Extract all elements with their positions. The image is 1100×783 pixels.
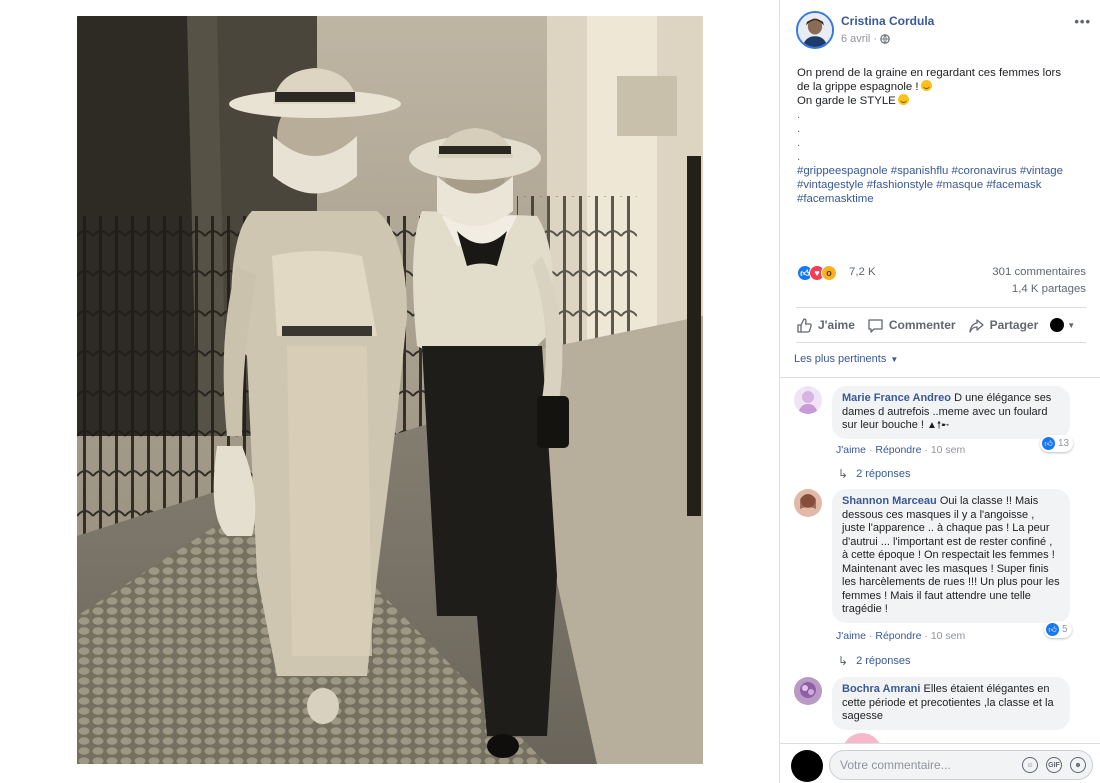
share-label: Partager: [989, 318, 1039, 332]
globe-icon: [880, 34, 890, 44]
commenter-name[interactable]: Bochra Amrani: [842, 683, 920, 695]
comment-bubble: Shannon Marceau Oui la classe !! Mais de…: [832, 489, 1070, 623]
comment-like-link[interactable]: J'aime: [836, 630, 866, 642]
comment-item: Bochra Amrani Elles étaient élégantes en…: [794, 677, 1084, 733]
caret-down-icon: ▼: [890, 354, 899, 364]
caption-dot: .: [797, 151, 801, 163]
comment-item: Shannon Marceau Oui la classe !! Mais de…: [794, 489, 1084, 669]
commenter-name[interactable]: Marie France Andreo: [842, 392, 951, 404]
caption-dot: .: [797, 109, 801, 121]
emoji-picker-icon[interactable]: ☺: [1022, 757, 1038, 773]
commenter-avatar-image: [794, 489, 822, 517]
gif-icon[interactable]: GIF: [1046, 757, 1062, 773]
comment-count[interactable]: 301 commentaires: [992, 266, 1086, 278]
meta-separator: ·: [873, 33, 878, 45]
author-avatar-image: [798, 13, 832, 47]
comment-composer: ☺ GIF ☻: [780, 743, 1100, 783]
comment-reply-link[interactable]: Répondre: [875, 630, 921, 642]
sort-label: Les plus pertinents: [794, 353, 887, 365]
comment-bubble: Bochra Amrani Elles étaient élégantes en…: [832, 677, 1070, 730]
post-date[interactable]: 6 avril: [841, 33, 870, 45]
comment-time[interactable]: 10 sem: [931, 444, 965, 456]
caret-down-icon: ▼: [1067, 320, 1076, 330]
account-avatar: [1050, 318, 1065, 332]
post-meta: 6 avril ·: [841, 33, 890, 45]
caption-text: On garde le STYLE: [797, 95, 896, 107]
comment-button[interactable]: Commenter: [867, 317, 956, 334]
commenter-name[interactable]: Shannon Marceau: [842, 495, 937, 507]
account-selector[interactable]: ▼: [1050, 318, 1075, 332]
view-replies-link[interactable]: ↳ 2 réponses: [838, 654, 911, 668]
emoji-icons: ▲🠕︎➸: [927, 420, 950, 431]
comment-like-count: 5: [1062, 624, 1068, 635]
reaction-icons[interactable]: 👍︎ ♥ o: [797, 265, 837, 281]
caption-line: On prend de la graine en regardant ces f…: [797, 66, 1089, 80]
comment-like-count: 13: [1058, 438, 1070, 449]
caption-text: de la grippe espagnole !: [797, 81, 919, 93]
comment-label: Commenter: [888, 318, 956, 332]
commenter-avatar[interactable]: [794, 677, 822, 705]
replies-count: 2 réponses: [856, 655, 911, 667]
post-header: Cristina Cordula 6 avril · •••: [796, 11, 1091, 51]
smile-emoji-icon: [920, 80, 932, 91]
caption-text: On prend de la graine en regardant ces f…: [797, 67, 1062, 79]
hashtag-line[interactable]: #vintagestyle #fashionstyle #masque #fac…: [797, 178, 1089, 192]
hashtag-line[interactable]: #grippeespagnole #spanishflu #coronaviru…: [797, 164, 1089, 178]
replies-count: 2 réponses: [856, 468, 911, 480]
vintage-photo-two-masked-women: [77, 16, 703, 764]
commenter-avatar[interactable]: [794, 489, 822, 517]
caption-dot: .: [797, 123, 801, 135]
reactions-summary: 👍︎ ♥ o 7,2 K 301 commentaires 1,4 K part…: [797, 263, 1086, 295]
comment-like-badge[interactable]: 👍︎ 13: [1040, 435, 1074, 452]
post-sidebar: Cristina Cordula 6 avril · ••• On prend …: [779, 0, 1100, 783]
comment-time[interactable]: 10 sem: [931, 630, 965, 642]
comment-actions: J'aime · Répondre · 10 sem: [836, 630, 965, 642]
reaction-count[interactable]: 7,2 K: [849, 266, 876, 278]
author-name[interactable]: Cristina Cordula: [841, 14, 934, 28]
post-caption: On prend de la graine en regardant ces f…: [797, 66, 1089, 206]
share-button[interactable]: Partager: [968, 317, 1039, 334]
like-label: J'aime: [818, 318, 855, 332]
post-actions: J'aime Commenter Partager ▼: [796, 307, 1086, 343]
comment-reply-link[interactable]: Répondre: [875, 444, 921, 456]
share-count[interactable]: 1,4 K partages: [1012, 283, 1086, 295]
wow-reaction-icon: o: [821, 265, 837, 281]
wink-emoji-icon: [897, 94, 909, 105]
reply-arrow-icon: ↳: [838, 654, 849, 668]
composer-avatar: [791, 750, 823, 782]
comment-like-link[interactable]: J'aime: [836, 444, 866, 456]
comment-bubble: Marie France Andreo D une élégance ses d…: [832, 386, 1070, 439]
share-arrow-icon: [968, 318, 984, 333]
divider: [780, 377, 1100, 378]
reply-arrow-icon: ↳: [838, 467, 849, 481]
comment-actions: J'aime · Répondre · 10 sem: [836, 444, 965, 456]
thumbs-up-icon: [797, 317, 812, 333]
author-avatar[interactable]: [796, 11, 834, 49]
comment-item: Marie France Andreo D une élégance ses d…: [794, 386, 1084, 486]
commenter-avatar[interactable]: [794, 386, 822, 414]
composer-tools: ☺ GIF ☻: [1022, 757, 1086, 773]
comment-text: Oui la classe !! Mais dessous ces masque…: [842, 495, 1060, 615]
comment-like-badge[interactable]: 👍︎ 5: [1044, 621, 1072, 638]
like-button[interactable]: J'aime: [796, 317, 855, 334]
caption-line: de la grippe espagnole !: [797, 80, 1089, 94]
caption-dot: .: [797, 137, 801, 149]
commenter-avatar-image: [794, 386, 822, 414]
comment-icon: [868, 318, 883, 333]
photo-viewer: [0, 0, 779, 783]
caption-line: On garde le STYLE: [797, 94, 1089, 108]
hashtags: #grippeespagnole #spanishflu #coronaviru…: [797, 164, 1089, 206]
like-reaction-icon: 👍︎: [1042, 437, 1055, 450]
post-photo[interactable]: [77, 16, 703, 764]
sticker-icon[interactable]: ☻: [1070, 757, 1086, 773]
commenter-avatar-image: [794, 677, 822, 705]
view-replies-link[interactable]: ↳ 2 réponses: [838, 467, 911, 481]
hashtag-line[interactable]: #facemasktime: [797, 192, 1089, 206]
more-options-icon[interactable]: •••: [1074, 14, 1091, 29]
comment-sort-dropdown[interactable]: Les plus pertinents ▼: [794, 353, 898, 365]
like-reaction-icon: 👍︎: [1046, 623, 1059, 636]
